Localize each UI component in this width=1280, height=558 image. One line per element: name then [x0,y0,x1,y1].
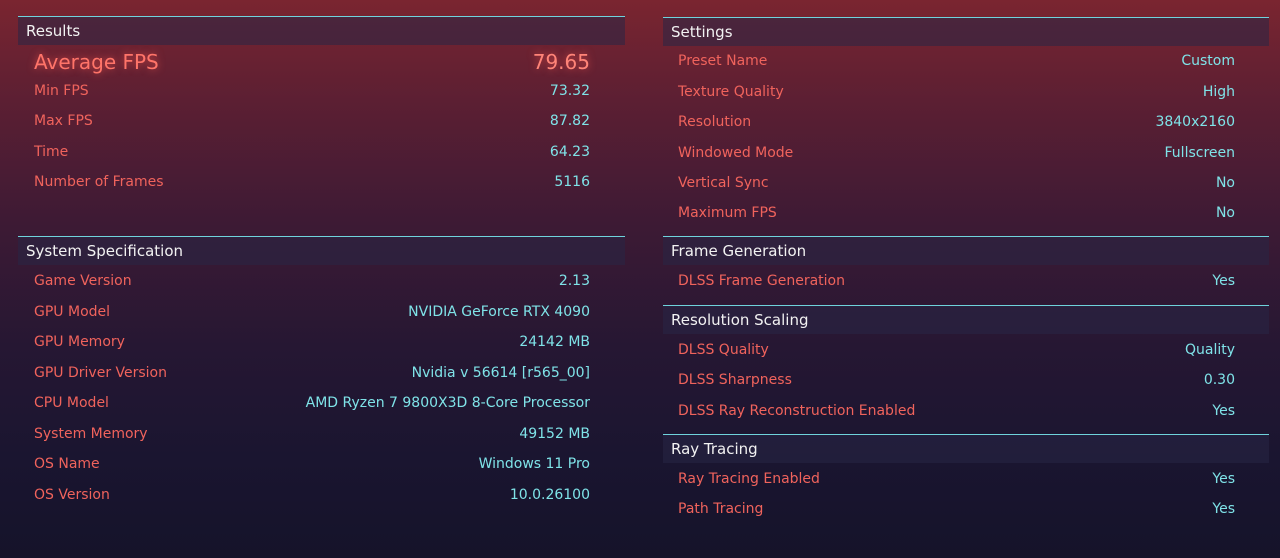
row-label: Max FPS [34,113,93,129]
resolution-scaling-title: Resolution Scaling [671,311,809,329]
results-title: Results [26,22,81,40]
ray-tracing-title: Ray Tracing [671,440,758,458]
average-fps-row: Average FPS 79.65 [34,50,590,74]
system-spec-header: System Specification [18,236,625,265]
row-value: 5116 [554,174,590,190]
system-row-gpu-driver: GPU Driver Version Nvidia v 56614 [r565_… [34,363,590,383]
row-value: NVIDIA GeForce RTX 4090 [408,304,590,320]
row-label: DLSS Sharpness [678,372,792,388]
row-value: 2.13 [558,273,590,289]
settings-row-windowed: Windowed Mode Fullscreen [678,143,1235,163]
row-label: CPU Model [34,395,109,411]
settings-row-preset: Preset Name Custom [678,51,1235,71]
row-value: No [1215,175,1235,191]
results-header: Results [18,16,625,45]
settings-header: Settings [663,17,1269,46]
row-label: System Memory [34,426,148,442]
system-row-gpu-model: GPU Model NVIDIA GeForce RTX 4090 [34,302,590,322]
row-label: DLSS Frame Generation [678,273,845,289]
ray-tracing-header: Ray Tracing [663,434,1269,463]
row-value: Yes [1212,471,1235,487]
result-row-time: Time 64.23 [34,142,590,162]
average-fps-value: 79.65 [532,50,590,74]
system-spec-title: System Specification [26,242,184,260]
row-label: Min FPS [34,83,89,99]
row-label: Maximum FPS [678,205,777,221]
row-value: Yes [1212,403,1235,419]
row-label: Vertical Sync [678,175,769,191]
row-value: Windows 11 Pro [478,456,590,472]
row-value: 10.0.26100 [509,487,590,503]
result-row-min-fps: Min FPS 73.32 [34,81,590,101]
scaling-row-dlss-quality: DLSS Quality Quality [678,340,1235,360]
resolution-scaling-header: Resolution Scaling [663,305,1269,334]
row-label: Game Version [34,273,132,289]
row-label: Time [34,144,69,160]
result-row-max-fps: Max FPS 87.82 [34,111,590,131]
system-row-cpu-model: CPU Model AMD Ryzen 7 9800X3D 8-Core Pro… [34,393,590,413]
row-value: 87.82 [549,113,590,129]
settings-row-max-fps: Maximum FPS No [678,203,1235,223]
row-value: Custom [1181,53,1235,69]
row-value: 73.32 [549,83,590,99]
row-value: 49152 MB [519,426,590,442]
row-value: 24142 MB [519,334,590,350]
row-value: 3840x2160 [1155,114,1235,130]
scaling-row-ray-reconstruction: DLSS Ray Reconstruction Enabled Yes [678,401,1235,421]
settings-row-texture: Texture Quality High [678,82,1235,102]
system-row-os-name: OS Name Windows 11 Pro [34,454,590,474]
row-label: GPU Driver Version [34,365,167,381]
row-label: Preset Name [678,53,768,69]
raytracing-row-enabled: Ray Tracing Enabled Yes [678,469,1235,489]
system-row-system-memory: System Memory 49152 MB [34,424,590,444]
row-value: No [1215,205,1235,221]
row-label: GPU Model [34,304,111,320]
row-label: Path Tracing [678,501,764,517]
row-label: DLSS Ray Reconstruction Enabled [678,403,916,419]
row-label: GPU Memory [34,334,125,350]
row-value: AMD Ryzen 7 9800X3D 8-Core Processor [305,395,590,411]
scaling-row-dlss-sharpness: DLSS Sharpness 0.30 [678,370,1235,390]
row-label: Number of Frames [34,174,164,190]
row-value: Yes [1212,273,1235,289]
framegen-row-dlss: DLSS Frame Generation Yes [678,271,1235,291]
row-value: Yes [1212,501,1235,517]
frame-generation-title: Frame Generation [671,242,807,260]
settings-title: Settings [671,23,733,41]
row-value: Quality [1184,342,1235,358]
row-value: Nvidia v 56614 [r565_00] [411,365,590,381]
row-label: DLSS Quality [678,342,769,358]
result-row-frames: Number of Frames 5116 [34,172,590,192]
system-row-game-version: Game Version 2.13 [34,271,590,291]
row-label: Windowed Mode [678,145,794,161]
row-label: Resolution [678,114,752,130]
system-row-gpu-memory: GPU Memory 24142 MB [34,332,590,352]
row-label: Texture Quality [678,84,784,100]
row-label: Ray Tracing Enabled [678,471,820,487]
raytracing-row-path-tracing: Path Tracing Yes [678,499,1235,519]
row-value: 64.23 [549,144,590,160]
row-label: OS Version [34,487,110,503]
row-label: OS Name [34,456,100,472]
system-row-os-version: OS Version 10.0.26100 [34,485,590,505]
frame-generation-header: Frame Generation [663,236,1269,265]
settings-row-resolution: Resolution 3840x2160 [678,112,1235,132]
row-value: High [1202,84,1235,100]
row-value: Fullscreen [1164,145,1235,161]
average-fps-label: Average FPS [34,50,159,74]
settings-row-vsync: Vertical Sync No [678,173,1235,193]
row-value: 0.30 [1203,372,1235,388]
